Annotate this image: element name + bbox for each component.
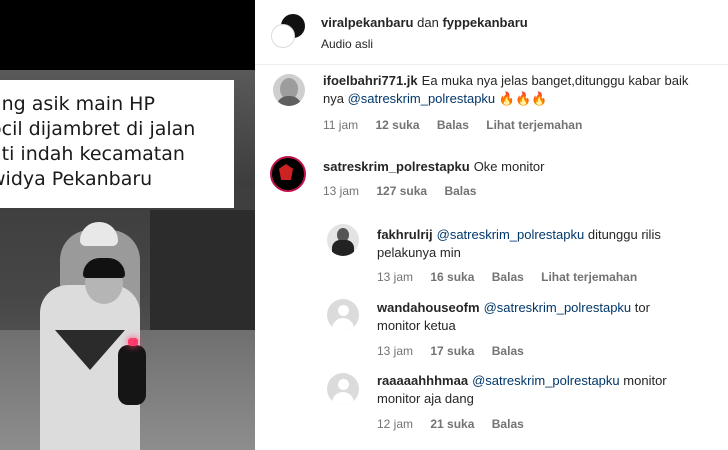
comment-text: satreskrim_polrestapku Oke monitor [323, 158, 718, 176]
avatar-suit [332, 240, 354, 256]
default-user-avatar[interactable] [327, 299, 359, 331]
comment-username[interactable]: ifoelbahri771.jk [323, 73, 418, 88]
caption-line: widya Pekanbaru [0, 168, 153, 190]
caption-line: ocil dijambret di jalan [0, 118, 196, 140]
motorbike-light [128, 338, 138, 346]
comment-content: tor [634, 300, 650, 315]
like-count[interactable]: 17 suka [430, 344, 474, 358]
suit-photo-avatar[interactable] [327, 224, 359, 256]
post-media[interactable]: ang asik main HP ocil dijambret di jalan… [0, 0, 255, 450]
translate-button[interactable]: Lihat terjemahan [541, 270, 637, 284]
logo-shield [279, 164, 293, 180]
author-link[interactable]: viralpekanbaru [321, 15, 414, 30]
person-hair [83, 258, 125, 278]
mention-link[interactable]: @satreskrim_polrestapku [472, 373, 620, 388]
comment-text: wandahouseofm @satreskrim_polrestapku tor… [377, 299, 722, 335]
comment-time: 13 jam [377, 270, 414, 284]
face-photo-avatar[interactable] [273, 74, 305, 106]
comment-content: pelakunya min [377, 245, 461, 260]
default-user-avatar[interactable] [327, 373, 359, 405]
author-link[interactable]: fyppekanbaru [442, 15, 527, 30]
avatar-body [332, 318, 354, 331]
translate-button[interactable]: Lihat terjemahan [486, 118, 582, 132]
comment-meta: 12 jam 21 suka Balas [377, 417, 538, 431]
comment-text: fakhrulrij @satreskrim_polrestapku ditung… [377, 226, 722, 262]
caption-line: ang asik main HP [0, 93, 155, 115]
comment-text: ifoelbahri771.jk Ea muka nya jelas banget… [323, 72, 718, 108]
like-count[interactable]: 127 suka [376, 184, 427, 198]
avatar-body [332, 392, 354, 405]
comment-meta: 13 jam 127 suka Balas [323, 184, 490, 198]
comment-meta: 11 jam 12 suka Balas Lihat terjemahan [323, 118, 596, 132]
like-count[interactable]: 16 suka [430, 270, 474, 284]
comment-time: 12 jam [377, 417, 414, 431]
mention-link[interactable]: @satreskrim_polrestapku [348, 91, 496, 106]
comment-text: raaaaahhhmaa @satreskrim_polrestapku moni… [377, 372, 722, 408]
comment-username[interactable]: raaaaahhhmaa [377, 373, 468, 388]
like-count[interactable]: 21 suka [430, 417, 474, 431]
comment-username[interactable]: fakhrulrij [377, 227, 433, 242]
comment-username[interactable]: satreskrim_polrestapku [323, 159, 470, 174]
avatar-shoulders [276, 96, 302, 106]
video-caption-overlay: ang asik main HP ocil dijambret di jalan… [0, 80, 234, 208]
comment-content: nya [323, 91, 348, 106]
comment-time: 13 jam [377, 344, 414, 358]
audio-link[interactable]: Audio asli [321, 37, 373, 51]
motorbike [118, 345, 146, 405]
comment-meta: 13 jam 17 suka Balas [377, 344, 538, 358]
comment-username[interactable]: wandahouseofm [377, 300, 480, 315]
collab-avatars[interactable] [271, 14, 305, 48]
scene-wall [150, 210, 255, 350]
comments-panel: viralpekanbaru dan fyppekanbaru Audio as… [255, 0, 728, 450]
reply-button[interactable]: Balas [492, 270, 524, 284]
reply-button[interactable]: Balas [492, 417, 524, 431]
comment-meta: 13 jam 16 suka Balas Lihat terjemahan [377, 270, 651, 284]
avatar-head [338, 379, 349, 390]
comment-content: ditunggu rilis [587, 227, 661, 242]
author-conjunction: dan [417, 15, 439, 30]
media-top-bar [0, 0, 255, 70]
post-authors: viralpekanbaru dan fyppekanbaru [321, 15, 528, 30]
comment-time: 13 jam [323, 184, 360, 198]
reply-button[interactable]: Balas [444, 184, 476, 198]
post-header: viralpekanbaru dan fyppekanbaru Audio as… [255, 0, 728, 65]
like-count[interactable]: 12 suka [375, 118, 419, 132]
mention-link[interactable]: @satreskrim_polrestapku [484, 300, 632, 315]
avatar-head [338, 305, 349, 316]
comment-content: Ea muka nya jelas banget,ditunggu kabar … [421, 73, 689, 88]
reply-button[interactable]: Balas [492, 344, 524, 358]
comment-content: Oke monitor [473, 159, 545, 174]
avatar [271, 24, 295, 48]
fire-emoji: 🔥🔥🔥 [498, 91, 548, 106]
comment-time: 11 jam [323, 118, 359, 132]
comment-content: monitor aja dang [377, 391, 474, 406]
reply-button[interactable]: Balas [437, 118, 469, 132]
comment-content: monitor ketua [377, 318, 456, 333]
mention-link[interactable]: @satreskrim_polrestapku [437, 227, 585, 242]
caption-line: ati indah kecamatan [0, 143, 185, 165]
police-logo-avatar[interactable] [270, 156, 306, 192]
comment-content: monitor [623, 373, 667, 388]
